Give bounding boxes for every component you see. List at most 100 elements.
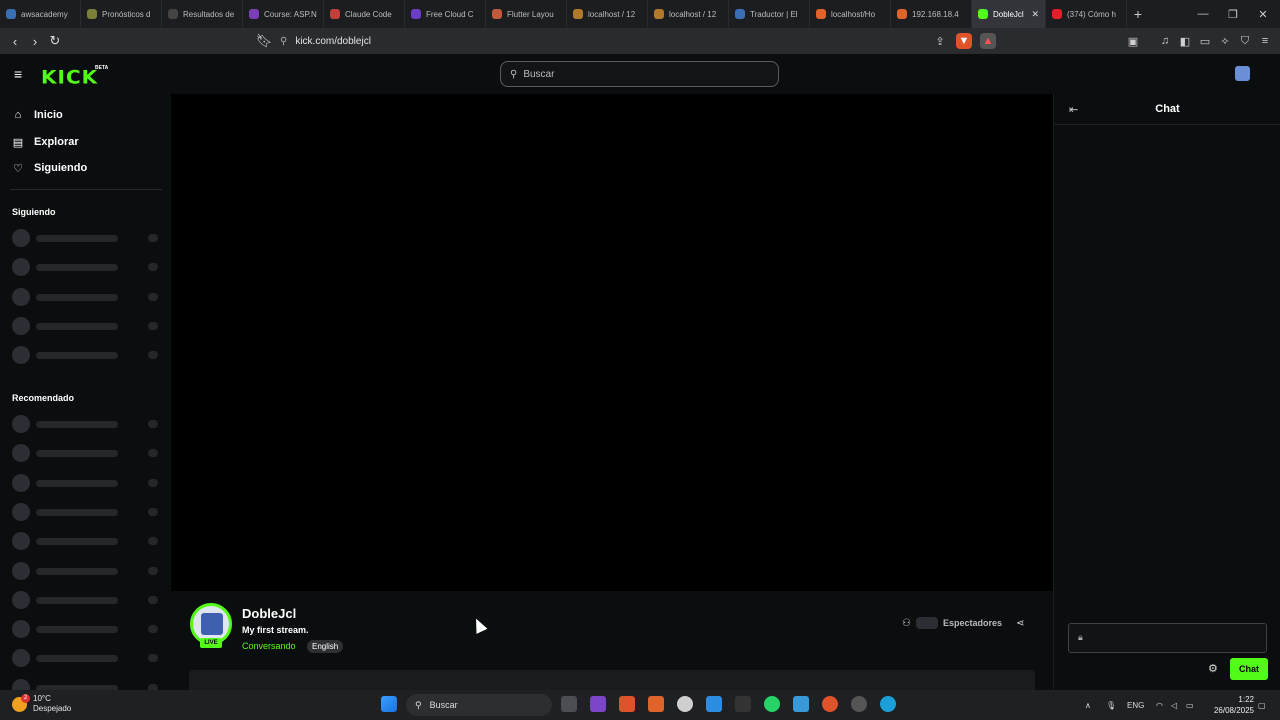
avatar-image: [201, 613, 223, 635]
tab-favicon-icon: [168, 9, 178, 19]
share-page-icon[interactable]: ⇪: [932, 33, 948, 49]
input-language[interactable]: ENG: [1127, 690, 1144, 720]
tray-chevron-icon[interactable]: ∧: [1085, 690, 1091, 720]
address-bar[interactable]: ⚲ kick.com/doblejcl: [280, 28, 1000, 54]
browser-tab[interactable]: Course: ASP.N: [243, 0, 324, 28]
sidebar-item-siguiendo[interactable]: ♡ Siguiendo: [12, 158, 87, 178]
video-player[interactable]: [171, 94, 1053, 591]
brave-shield-icon[interactable]: ▼: [956, 33, 972, 49]
stream-category[interactable]: Conversando: [242, 641, 296, 651]
leo-ai-icon[interactable]: ✧: [1217, 33, 1233, 49]
notification-icon[interactable]: ▢: [1258, 690, 1266, 720]
volume-icon[interactable]: ◁: [1171, 690, 1177, 720]
reload-icon[interactable]: ↻: [45, 31, 65, 51]
skeleton-block: [12, 346, 30, 365]
viewer-count-placeholder: [915, 617, 938, 629]
skeleton-block: [36, 655, 118, 663]
chat-send-button[interactable]: Chat: [1230, 658, 1268, 680]
music-icon[interactable]: ♫: [1157, 33, 1173, 49]
tab-title: localhost / 12: [669, 9, 717, 19]
chat-input[interactable]: 🔒︎: [1068, 623, 1267, 653]
browser-tab[interactable]: localhost / 12: [648, 0, 729, 28]
lock-icon: 🔒︎: [1078, 632, 1083, 642]
browser-tab[interactable]: localhost / 12: [567, 0, 648, 28]
microphone-icon[interactable]: 🎙︎: [1106, 690, 1116, 720]
skeleton-block: [148, 321, 158, 330]
taskbar-search[interactable]: ⚲ Buscar: [406, 694, 552, 716]
heart-icon: ♡: [13, 162, 23, 175]
user-avatar[interactable]: [1235, 66, 1250, 81]
restore-icon[interactable]: ❐: [1218, 0, 1248, 28]
sidebar-toggle-icon[interactable]: ◧: [1177, 33, 1193, 49]
sidebar-item-inicio[interactable]: ⌂ Inicio: [12, 105, 63, 125]
brave-icon[interactable]: [619, 696, 635, 712]
taskbar-clock[interactable]: 1:22 26/08/2025: [1204, 694, 1254, 716]
browser-tab[interactable]: Flutter Layou: [486, 0, 567, 28]
visual-studio-icon[interactable]: [590, 696, 606, 712]
browser-tab[interactable]: Traductor | El: [729, 0, 810, 28]
vscode-icon[interactable]: [706, 696, 722, 712]
skeleton-block: [12, 287, 30, 306]
channel-skeleton: [12, 287, 160, 306]
search-input[interactable]: ⚲ Buscar: [500, 61, 779, 87]
rewards-icon[interactable]: ▲: [980, 33, 996, 49]
start-icon[interactable]: [381, 696, 397, 712]
browser-tab[interactable]: Claude Code: [324, 0, 405, 28]
browser-tab[interactable]: 192.168.18.4: [891, 0, 972, 28]
terminal-icon[interactable]: [735, 696, 751, 712]
browse-icon: ▤: [12, 136, 24, 149]
back-icon[interactable]: ‹: [5, 31, 25, 51]
wifi-icon[interactable]: ◠: [1156, 690, 1163, 720]
gear-icon[interactable]: ⚙: [1208, 662, 1218, 675]
wallet-icon[interactable]: ▭: [1197, 33, 1213, 49]
sidebar-item-explorar[interactable]: ▤ Explorar: [12, 132, 79, 152]
tab-favicon-icon: [492, 9, 502, 19]
edge-icon[interactable]: [880, 696, 896, 712]
new-tab-icon[interactable]: +: [1127, 6, 1149, 22]
browser-tab[interactable]: Resultados de: [162, 0, 243, 28]
weather-badge: 2: [21, 693, 30, 703]
close-tab-icon[interactable]: ✕: [1031, 9, 1039, 20]
vpn-icon[interactable]: ⛉: [1237, 33, 1253, 49]
tab-favicon-icon: [735, 9, 745, 19]
close-window-icon[interactable]: ✕: [1248, 0, 1278, 28]
tab-favicon-icon: [87, 9, 97, 19]
xampp-icon[interactable]: [648, 696, 664, 712]
weather-widget[interactable]: 2 10°C Despejado: [12, 693, 71, 714]
browser-tab[interactable]: (374) Cómo h: [1046, 0, 1127, 28]
skeleton-block: [36, 421, 118, 428]
battery-icon[interactable]: ▭: [1186, 690, 1194, 720]
kick-logo[interactable]: KICK: [41, 66, 98, 88]
tab-title: 192.168.18.4: [912, 9, 959, 19]
browser-tab[interactable]: localhost/Ho: [810, 0, 891, 28]
search-placeholder: Buscar: [523, 68, 555, 80]
browser-tab[interactable]: awsacademy: [0, 0, 81, 28]
beta-label: BETA: [95, 65, 109, 71]
skeleton-block: [148, 537, 158, 546]
hamburger-icon[interactable]: ≡: [14, 66, 22, 82]
skeleton-block: [36, 322, 118, 330]
menu-icon[interactable]: ≡: [1257, 33, 1273, 49]
language-tag[interactable]: English: [307, 640, 344, 653]
channel-skeleton: [12, 502, 160, 521]
channel-name[interactable]: DobleJcl: [242, 606, 296, 621]
forward-icon[interactable]: ›: [25, 31, 45, 51]
tab-title: awsacademy: [21, 9, 68, 19]
media-icon[interactable]: ▣: [1125, 33, 1141, 49]
browser-tab[interactable]: Free Cloud C: [405, 0, 486, 28]
task-view-icon[interactable]: [561, 696, 577, 712]
whatsapp-icon[interactable]: [764, 696, 780, 712]
channel-skeleton: [12, 590, 160, 609]
skeleton-block: [36, 352, 118, 360]
postman-icon[interactable]: [822, 696, 838, 712]
share-icon[interactable]: ⋖: [1016, 618, 1024, 629]
app-icon[interactable]: [851, 696, 867, 712]
chatgpt-icon[interactable]: [677, 696, 693, 712]
skeleton-block: [12, 561, 30, 580]
notepad-icon[interactable]: [793, 696, 809, 712]
browser-tab-active[interactable]: DobleJcl ✕: [972, 0, 1046, 28]
browser-tab[interactable]: Pronósticos d: [81, 0, 162, 28]
bookmark-icon[interactable]: 🔖︎: [254, 31, 274, 51]
site-info-icon[interactable]: ⚲: [280, 36, 287, 47]
minimize-icon[interactable]: —: [1188, 0, 1218, 28]
